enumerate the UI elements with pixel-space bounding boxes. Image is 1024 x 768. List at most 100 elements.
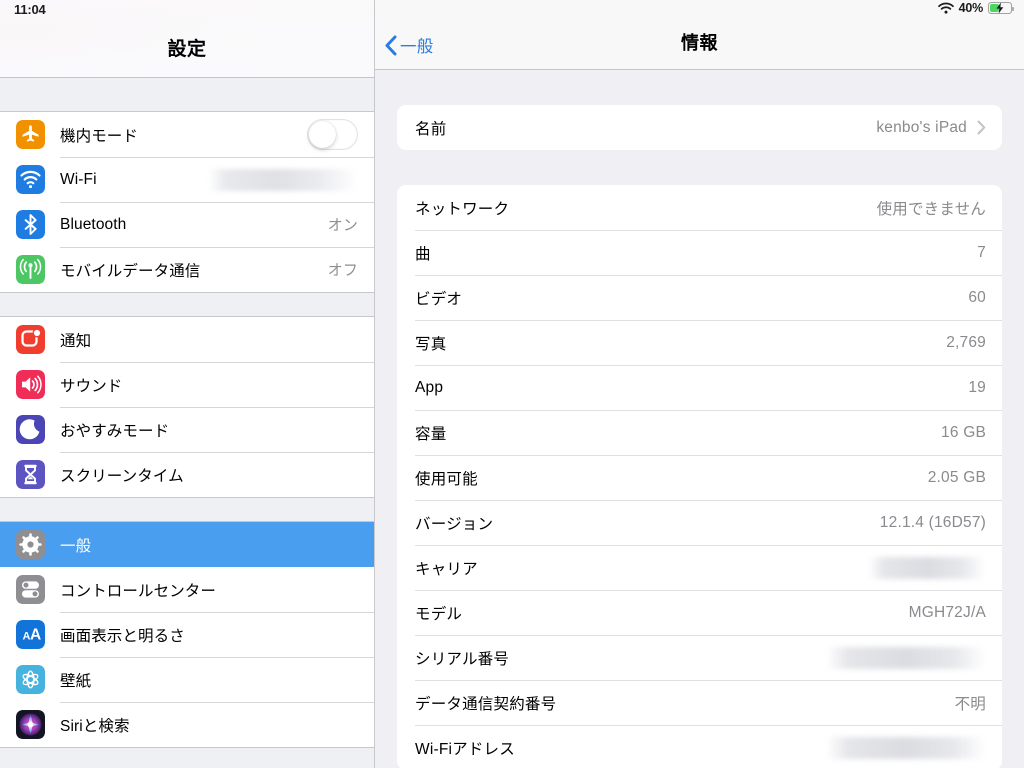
detail-row-value: 2,769 bbox=[946, 333, 986, 351]
sidebar-group-gap bbox=[0, 78, 374, 111]
airplane-mode-toggle[interactable] bbox=[307, 119, 358, 150]
ipad-settings-screen: 設定 機内モード Wi-Fi Bluetooth オンモバイルデータ通信 オフ通知サウン… bbox=[0, 0, 1024, 768]
detail-row[interactable]: 名前 kenbo's iPad bbox=[397, 105, 1002, 150]
detail-row-label: ビデオ bbox=[415, 290, 463, 308]
detail-row: データ通信契約番号 不明 bbox=[397, 680, 1002, 725]
sidebar-item-label: Siriと検索 bbox=[60, 717, 130, 735]
redacted-value bbox=[868, 556, 986, 579]
sidebar-item-1-g0[interactable]: Wi-Fi bbox=[0, 157, 374, 202]
sidebar-item-1-g2[interactable]: コントロールセンター bbox=[0, 567, 374, 612]
detail-card-gap bbox=[375, 150, 1024, 185]
detail-row: 容量 16 GB bbox=[397, 410, 1002, 455]
hourglass-icon bbox=[16, 460, 45, 489]
detail-row-value: 使用できません bbox=[876, 200, 986, 218]
sidebar-item-4-g2[interactable]: Siriと検索 bbox=[0, 702, 374, 747]
detail-row: バージョン 12.1.4 (16D57) bbox=[397, 500, 1002, 545]
sidebar-item-label: おやすみモード bbox=[60, 422, 170, 440]
detail-row: ビデオ 60 bbox=[397, 275, 1002, 320]
detail-row-label: キャリア bbox=[415, 560, 478, 578]
sidebar-item-label: モバイルデータ通信 bbox=[60, 262, 201, 280]
sidebar-scroll-area[interactable]: 機内モード Wi-Fi Bluetooth オンモバイルデータ通信 オフ通知サウンドおや… bbox=[0, 78, 374, 768]
sidebar-item-0-g1[interactable]: 通知 bbox=[0, 317, 374, 362]
gear-icon bbox=[16, 530, 45, 559]
sidebar-item-0-g2[interactable]: 一般 bbox=[0, 522, 374, 567]
detail-row-label: ネットワーク bbox=[415, 200, 510, 218]
detail-row-value: 19 bbox=[968, 378, 986, 396]
detail-row-label: 曲 bbox=[415, 245, 431, 263]
detail-row-value: 12.1.4 (16D57) bbox=[879, 513, 986, 531]
sidebar-group: 通知サウンドおやすみモード スクリーンタイム bbox=[0, 316, 374, 498]
detail-header: 一般 情報 bbox=[375, 0, 1024, 70]
sidebar-item-2-g2[interactable]: A A 画面表示と明るさ bbox=[0, 612, 374, 657]
detail-row: キャリア bbox=[397, 545, 1002, 590]
redacted-value bbox=[208, 168, 358, 191]
detail-row-label: データ通信契約番号 bbox=[415, 695, 557, 713]
detail-row-label: モデル bbox=[415, 605, 463, 623]
moon-icon bbox=[16, 415, 45, 444]
sidebar-item-0-g0[interactable]: 機内モード bbox=[0, 112, 374, 157]
settings-sidebar: 設定 機内モード Wi-Fi Bluetooth オンモバイルデータ通信 オフ通知サウン… bbox=[0, 0, 375, 768]
sidebar-item-2-g1[interactable]: おやすみモード bbox=[0, 407, 374, 452]
detail-row-label: シリアル番号 bbox=[415, 650, 510, 668]
sidebar-header: 設定 bbox=[0, 0, 374, 78]
detail-scroll-area[interactable]: 名前 kenbo's iPad ネットワーク 使用できません曲 7 ビデオ 60 写真 2,76… bbox=[375, 70, 1024, 768]
sidebar-title: 設定 bbox=[167, 39, 207, 60]
sidebar-group: 機内モード Wi-Fi Bluetooth オンモバイルデータ通信 オフ bbox=[0, 111, 374, 293]
detail-row-value: kenbo's iPad bbox=[876, 118, 967, 136]
sidebar-item-3-g2[interactable]: 壁紙 bbox=[0, 657, 374, 702]
detail-row: Wi-Fiアドレス bbox=[397, 725, 1002, 768]
wallpaper-icon bbox=[16, 665, 45, 694]
detail-row-value: 7 bbox=[977, 243, 986, 261]
display-brightness-icon: AA bbox=[16, 620, 45, 649]
detail-card: 名前 kenbo's iPad bbox=[397, 105, 1002, 150]
sidebar-item-label: 壁紙 bbox=[60, 672, 92, 690]
sidebar-item-value: オン bbox=[327, 217, 358, 234]
detail-row-label: 写真 bbox=[415, 335, 447, 353]
detail-row: シリアル番号 bbox=[397, 635, 1002, 680]
control-center-icon bbox=[16, 575, 45, 604]
sidebar-item-value: オフ bbox=[327, 262, 358, 279]
about-detail-pane: 一般 情報 名前 kenbo's iPad ネットワーク 使用できません曲 7 ビデオ 60… bbox=[375, 0, 1024, 768]
sidebar-item-2-g0[interactable]: Bluetooth オン bbox=[0, 202, 374, 247]
sidebar-item-label: 通知 bbox=[60, 332, 92, 350]
sidebar-group: 一般コントロールセンター A A 画面表示と明るさ 壁紙 Siriと検索 bbox=[0, 521, 374, 748]
sidebar-item-1-g1[interactable]: サウンド bbox=[0, 362, 374, 407]
sound-icon bbox=[16, 370, 45, 399]
sidebar-item-label: サウンド bbox=[60, 377, 123, 395]
detail-row-value: 60 bbox=[968, 288, 986, 306]
detail-row-label: 名前 bbox=[415, 120, 447, 138]
bluetooth-icon bbox=[16, 210, 45, 239]
back-button-label: 一般 bbox=[400, 38, 434, 56]
sidebar-item-3-g1[interactable]: スクリーンタイム bbox=[0, 452, 374, 497]
detail-row-value: MGH72J/A bbox=[908, 603, 986, 621]
page-title: 情報 bbox=[681, 33, 718, 53]
svg-text:A: A bbox=[30, 627, 41, 644]
sidebar-item-label: 画面表示と明るさ bbox=[60, 627, 185, 645]
sidebar-item-label: Bluetooth bbox=[60, 215, 127, 233]
detail-row-label: 使用可能 bbox=[415, 470, 478, 488]
chevron-right-icon bbox=[977, 120, 986, 135]
back-button[interactable]: 一般 bbox=[384, 33, 433, 57]
sidebar-item-label: 一般 bbox=[60, 537, 92, 555]
detail-row-label: 容量 bbox=[415, 425, 447, 443]
sidebar-item-label: スクリーンタイム bbox=[60, 467, 184, 485]
sidebar-item-label: 機内モード bbox=[60, 127, 139, 145]
airplane-icon bbox=[16, 120, 45, 149]
detail-row: App 19 bbox=[397, 365, 1002, 410]
wifi-icon bbox=[16, 165, 45, 194]
detail-row-value: 2.05 GB bbox=[927, 468, 986, 486]
sidebar-group-gap bbox=[0, 498, 374, 521]
sidebar-item-label: Wi-Fi bbox=[60, 170, 97, 188]
detail-row: モデル MGH72J/A bbox=[397, 590, 1002, 635]
sidebar-group-gap bbox=[0, 293, 374, 316]
siri-icon bbox=[16, 710, 45, 739]
redacted-value bbox=[826, 646, 986, 669]
detail-row-label: バージョン bbox=[415, 515, 494, 533]
redacted-value bbox=[826, 736, 986, 759]
detail-row-value: 16 GB bbox=[941, 423, 986, 441]
detail-row-label: App bbox=[415, 378, 444, 396]
detail-card-gap bbox=[375, 70, 1024, 105]
detail-row-value: 不明 bbox=[954, 695, 986, 713]
detail-row-label: Wi-Fiアドレス bbox=[415, 740, 515, 758]
sidebar-item-3-g0[interactable]: モバイルデータ通信 オフ bbox=[0, 247, 374, 292]
